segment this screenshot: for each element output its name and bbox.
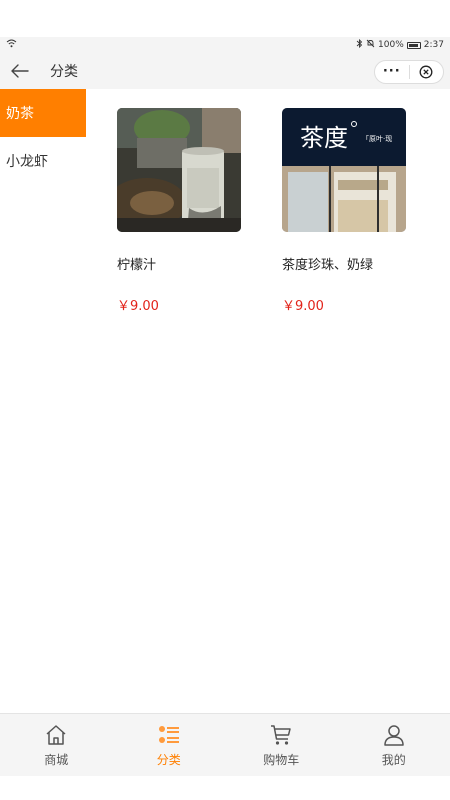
tab-label: 我的 — [381, 753, 406, 767]
cart-icon — [271, 725, 291, 745]
product-price: ￥9.00 — [282, 299, 324, 314]
product-price: ￥9.00 — [117, 299, 159, 314]
tab-cart[interactable]: 购物车 — [225, 714, 338, 776]
product-name: 茶度珍珠、奶绿 — [282, 258, 374, 273]
home-icon — [46, 725, 66, 745]
product-name: 柠檬汁 — [117, 258, 157, 273]
battery-icon — [406, 41, 421, 49]
bluetooth-icon — [356, 38, 363, 51]
tab-mine[interactable]: 我的 — [338, 714, 450, 776]
category-icon — [158, 726, 179, 743]
product-list: 柠檬汁 ￥9.00 茶度 「原叶·现 茶度珍珠、奶绿 ￥9.00 — [86, 89, 450, 713]
category-sidebar: 奶茶 小龙虾 — [0, 89, 86, 713]
battery-percent: 100% — [378, 40, 404, 50]
sidebar-item-milk-tea[interactable]: 奶茶 — [0, 89, 86, 137]
miniapp-capsule: ··· — [374, 60, 444, 84]
shop-sign-text: 茶度 — [300, 124, 348, 152]
close-button[interactable] — [409, 65, 443, 79]
tab-label: 商城 — [44, 753, 69, 767]
product-image[interactable]: 茶度 「原叶·现 — [282, 108, 406, 232]
mute-icon — [366, 39, 375, 51]
sidebar-item-label: 奶茶 — [6, 106, 34, 122]
sidebar-item-crayfish[interactable]: 小龙虾 — [0, 137, 86, 185]
back-button[interactable] — [0, 53, 40, 89]
tab-label: 分类 — [156, 753, 181, 767]
product-card[interactable]: 柠檬汁 ￥9.00 — [117, 108, 267, 314]
shop-sign-small: 「原叶·现 — [362, 134, 392, 143]
tab-category[interactable]: 分类 — [113, 714, 226, 776]
close-circle-icon — [419, 65, 433, 79]
bottom-blank-area — [0, 776, 450, 800]
user-icon — [384, 725, 404, 746]
top-blank-area — [0, 0, 450, 37]
arrow-left-icon — [11, 64, 29, 78]
tab-label: 购物车 — [263, 753, 300, 767]
more-button[interactable]: ··· — [375, 65, 409, 79]
navigation-bar: 分类 ··· — [0, 53, 450, 89]
product-image[interactable] — [117, 108, 241, 232]
page-title: 分类 — [50, 64, 78, 80]
status-right: 100% 2:37 — [356, 38, 444, 51]
status-bar: 100% 2:37 — [0, 37, 450, 53]
product-card[interactable]: 茶度 「原叶·现 茶度珍珠、奶绿 ￥9.00 — [282, 108, 432, 314]
wifi-icon — [6, 39, 17, 51]
sidebar-item-label: 小龙虾 — [6, 154, 48, 170]
bottom-tabbar: 商城 分类 购物车 我的 — [0, 713, 450, 776]
status-time: 2:37 — [423, 40, 444, 50]
tab-home[interactable]: 商城 — [0, 714, 113, 776]
